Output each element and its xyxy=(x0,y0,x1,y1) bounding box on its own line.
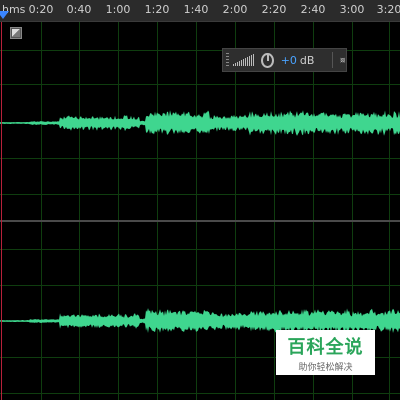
time-tick: 1:20 xyxy=(144,3,170,16)
time-tick: 2:40 xyxy=(300,3,326,16)
time-tick: 2:00 xyxy=(222,3,248,16)
time-tick: 0:40 xyxy=(66,3,92,16)
playhead-marker[interactable] xyxy=(0,11,9,19)
watermark-logo: 百科全说 助你轻松解决 xyxy=(276,330,375,375)
waveform-view-toggle-icon[interactable] xyxy=(10,27,22,39)
timeline-ruler[interactable]: hms 0:20 0:40 1:00 1:20 1:40 2:00 2:20 2… xyxy=(0,0,400,22)
time-tick: 0:20 xyxy=(28,3,54,16)
waveform-shape xyxy=(0,110,400,136)
volume-hud: +0 dB ⌖ xyxy=(222,48,350,72)
time-tick: 3:20 xyxy=(376,3,400,16)
volume-knob[interactable] xyxy=(261,52,274,68)
volume-unit: dB xyxy=(299,53,315,67)
volume-value[interactable]: +0 xyxy=(281,54,297,67)
playhead-line xyxy=(1,22,2,400)
drag-handle-icon[interactable] xyxy=(226,53,230,67)
watermark-title: 百科全说 xyxy=(287,337,364,358)
time-tick: 1:40 xyxy=(183,3,209,16)
hud-separator xyxy=(332,52,334,68)
volume-meter-icon xyxy=(233,54,255,66)
time-tick: 2:20 xyxy=(261,3,287,16)
time-tick: 1:00 xyxy=(105,3,131,16)
watermark-subtitle: 助你轻松解决 xyxy=(298,363,353,373)
time-tick: 3:00 xyxy=(339,3,365,16)
